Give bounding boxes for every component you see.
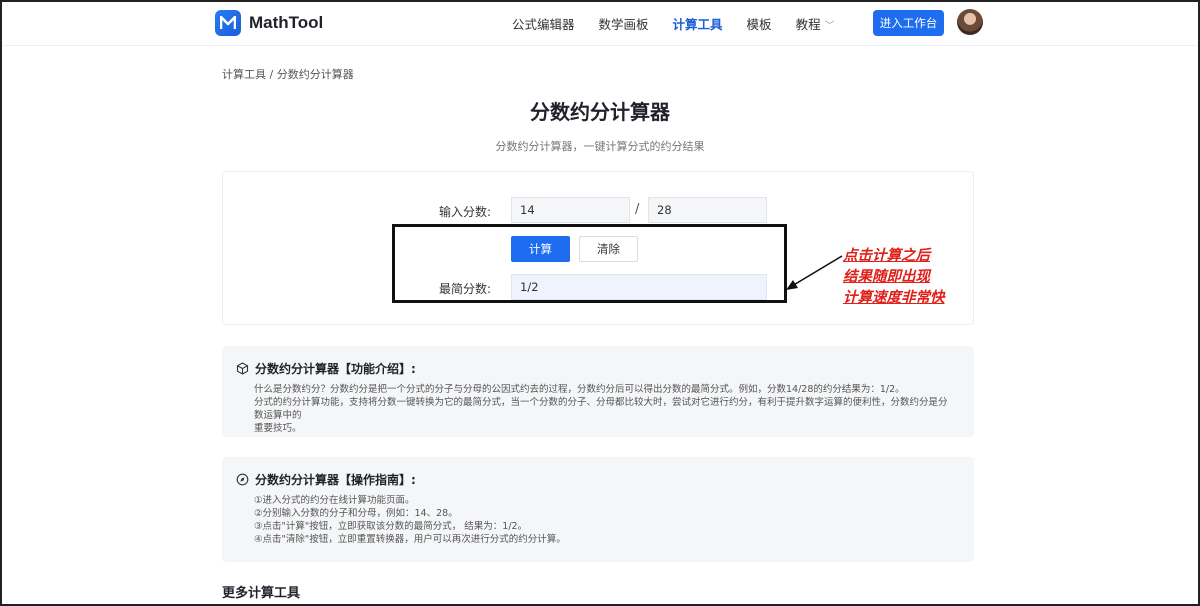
intro-title-text: 分数约分计算器【功能介绍】: <box>255 362 416 376</box>
breadcrumb: 计算工具 / 分数约分计算器 <box>222 68 354 81</box>
annotation-line: 计算速度非常快 <box>843 290 945 306</box>
numerator-input[interactable]: 14 <box>511 197 630 223</box>
guide-body: ①进入分式的约分在线计算功能页面。 ②分别输入分数的分子和分母，例如：14、28… <box>254 494 956 546</box>
intro-section: 分数约分计算器【功能介绍】: 什么是分数约分？分数约分是把一个分式的分子与分母的… <box>222 346 974 437</box>
nav-formula-editor[interactable]: 公式编辑器 <box>512 14 575 33</box>
annotation-line: 结果随即出现 <box>843 269 930 285</box>
guide-step: ④点击"清除"按钮，立即重置转换器，用户可以再次进行分式的约分计算。 <box>254 534 566 545</box>
page-title: 分数约分计算器 <box>530 100 670 124</box>
intro-body: 什么是分数约分？分数约分是把一个分式的分子与分母的公因式约去的过程，分数约分后可… <box>254 383 956 435</box>
annotation-note: 点击计算之后 结果随即出现 计算速度非常快 <box>843 246 945 309</box>
mathtool-logo-icon <box>215 10 241 36</box>
guide-step: ③点击"计算"按钮，立即获取该分数的最简分式， 结果为：1/2。 <box>254 521 528 532</box>
guide-section: 分数约分计算器【操作指南】: ①进入分式的约分在线计算功能页面。 ②分别输入分数… <box>222 457 974 562</box>
fraction-slash: / <box>635 202 640 217</box>
guide-title: 分数约分计算器【操作指南】: <box>236 471 416 488</box>
intro-line: 分式的约分计算功能，支持将分数一键转换为它的最简分式，当一个分数的分子、分母都比… <box>254 397 948 421</box>
main-nav: 公式编辑器 数学画板 计算工具 模板 教程 ﹀ <box>512 14 835 33</box>
guide-step: ②分别输入分数的分子和分母，例如：14、28。 <box>254 508 458 519</box>
page-subtitle: 分数约分计算器，一键计算分式的约分结果 <box>495 140 705 153</box>
nav-tutorials[interactable]: 教程 ﹀ <box>796 14 835 33</box>
intro-line: 什么是分数约分？分数约分是把一个分式的分子与分母的公因式约去的过程，分数约分后可… <box>254 384 905 395</box>
nav-math-board[interactable]: 数学画板 <box>599 14 649 33</box>
top-header: MathTool 公式编辑器 数学画板 计算工具 模板 教程 ﹀ 进入工作台 <box>0 0 1200 46</box>
cube-icon <box>236 362 249 375</box>
guide-title-text: 分数约分计算器【操作指南】: <box>255 473 416 487</box>
nav-tutorials-label: 教程 <box>795 17 821 32</box>
nav-calc-tools[interactable]: 计算工具 <box>673 14 723 33</box>
intro-title: 分数约分计算器【功能介绍】: <box>236 360 416 377</box>
highlight-box <box>392 224 787 303</box>
avatar[interactable] <box>957 9 983 35</box>
denominator-input[interactable]: 28 <box>648 197 767 223</box>
brand-logo[interactable]: MathTool <box>215 10 323 36</box>
more-tools-heading: 更多计算工具 <box>222 586 301 601</box>
guide-step: ①进入分式的约分在线计算功能页面。 <box>254 495 415 506</box>
enter-workspace-button[interactable]: 进入工作台 <box>873 10 944 36</box>
compass-icon <box>236 473 249 486</box>
nav-templates[interactable]: 模板 <box>747 14 772 33</box>
brand-name: MathTool <box>249 13 324 32</box>
chevron-down-icon: ﹀ <box>824 21 835 32</box>
annotation-arrow-icon <box>786 255 843 290</box>
input-fraction-label: 输入分数: <box>439 205 492 219</box>
annotation-line: 点击计算之后 <box>843 248 930 264</box>
intro-line: 重要技巧。 <box>254 423 302 434</box>
